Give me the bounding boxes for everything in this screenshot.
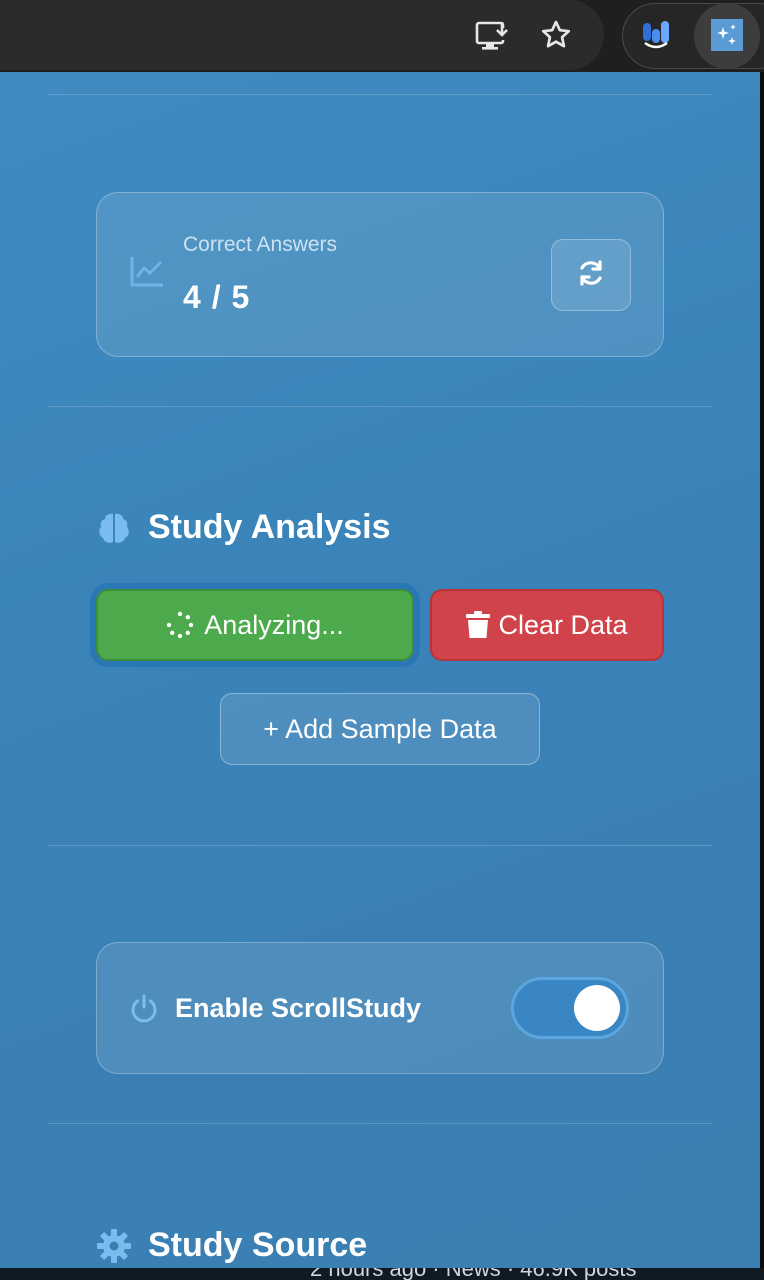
spinner-icon bbox=[166, 611, 194, 639]
bookmark-star-icon[interactable] bbox=[536, 14, 576, 56]
browser-toolbar bbox=[0, 0, 764, 72]
add-sample-data-label: + Add Sample Data bbox=[263, 713, 497, 744]
background-page-peek: 2 hours ago · News · 46.9K posts bbox=[0, 1268, 764, 1280]
enable-label: Enable ScrollStudy bbox=[175, 993, 422, 1023]
gear-icon bbox=[96, 1228, 132, 1268]
refresh-icon bbox=[576, 258, 606, 293]
brain-icon bbox=[96, 510, 132, 551]
section-title-study-source: Study Source bbox=[148, 1226, 368, 1264]
chart-line-icon bbox=[129, 255, 165, 294]
divider bbox=[48, 406, 712, 407]
stat-value: 4 / 5 bbox=[183, 279, 251, 315]
install-app-icon[interactable] bbox=[472, 14, 512, 56]
background-page-text: 2 hours ago · News · 46.9K posts bbox=[310, 1268, 637, 1280]
clear-data-label: Clear Data bbox=[498, 609, 628, 640]
divider bbox=[48, 94, 712, 95]
divider bbox=[48, 845, 712, 846]
extension-popup: Correct Answers 4 / 5 Study Analysis Ana… bbox=[0, 72, 760, 1268]
divider bbox=[48, 1123, 712, 1124]
enable-toggle[interactable] bbox=[511, 977, 629, 1039]
clear-data-button[interactable]: Clear Data bbox=[430, 589, 664, 661]
toggle-knob bbox=[574, 985, 620, 1031]
enable-card: Enable ScrollStudy bbox=[96, 942, 664, 1074]
analyze-button-label: Analyzing... bbox=[204, 609, 344, 640]
stat-label: Correct Answers bbox=[183, 233, 338, 256]
trash-icon bbox=[466, 611, 491, 639]
refresh-button[interactable] bbox=[551, 239, 631, 311]
add-sample-data-button[interactable]: + Add Sample Data bbox=[220, 693, 540, 765]
scrollstudy-extension-icon[interactable] bbox=[707, 14, 747, 56]
extension-icon[interactable] bbox=[636, 14, 676, 56]
omnibox-end bbox=[0, 0, 604, 70]
section-title-study-analysis: Study Analysis bbox=[148, 508, 391, 546]
power-icon bbox=[129, 993, 159, 1030]
correct-answers-card: Correct Answers 4 / 5 bbox=[96, 192, 664, 357]
page-edge bbox=[760, 72, 764, 1280]
analyze-button[interactable]: Analyzing... bbox=[96, 589, 414, 661]
